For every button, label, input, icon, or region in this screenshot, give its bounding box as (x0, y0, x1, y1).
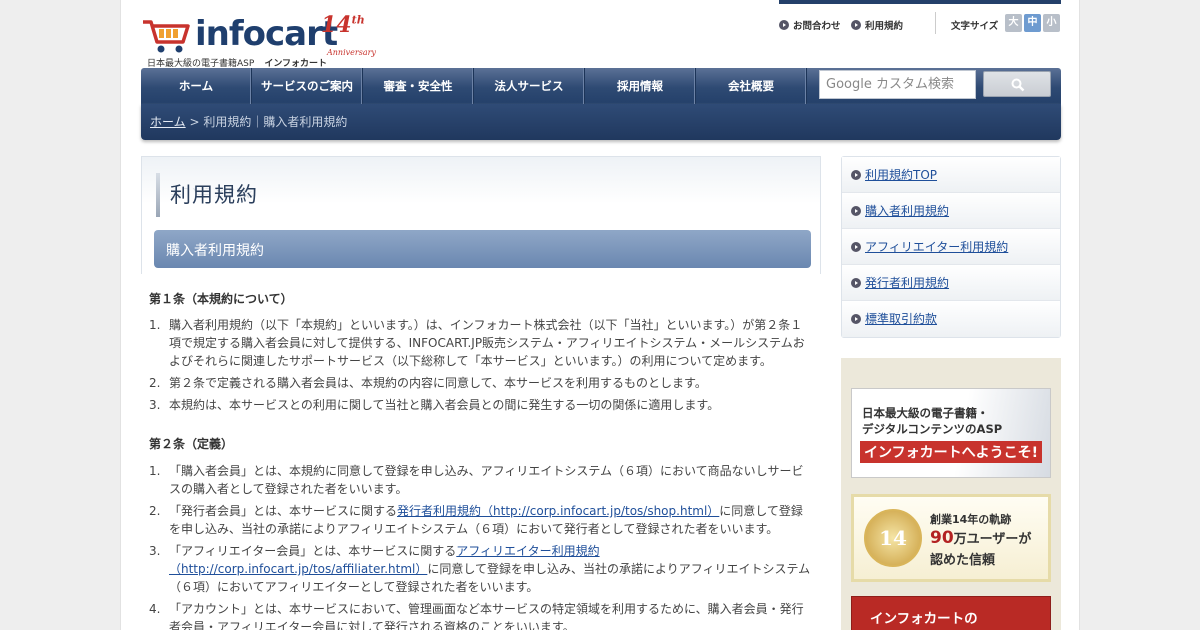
item-number: 2. (149, 504, 161, 518)
arrow-right-icon (851, 278, 861, 288)
nav-home[interactable]: ホーム (141, 68, 252, 104)
history-trust: 認めた信頼 (930, 553, 996, 568)
main-content: 利用規約 利用規約 購入者利用規約 第１条（本規約について） 1. 購入者利用規約… (141, 156, 821, 630)
breadcrumb: ホーム > 利用規約｜購入者利用規約 (141, 104, 1061, 140)
terms-link[interactable]: 利用規約 (851, 18, 903, 32)
item-text: 購入者利用規約（以下「本規約」といいます。）は、インフォカート株式会社（以下「当… (169, 318, 805, 368)
anniversary-text: Anniversary (327, 48, 376, 57)
font-size-label: 文字サイズ (951, 21, 999, 32)
nav-recruit[interactable]: 採用情報 (585, 68, 696, 104)
article-1-list: 1. 購入者利用規約（以下「本規約」といいます。）は、インフォカート株式会社（以下… (149, 316, 814, 418)
nav-safety[interactable]: 審査・安全性 (363, 68, 474, 104)
sidebar-item-affiliater-terms[interactable]: アフィリエイター利用規約 (842, 229, 1060, 265)
item-text-pre: 「発行者会員」とは、本サービスに関する (169, 504, 398, 518)
global-nav: ホーム サービスのご案内 審査・安全性 法人サービス 採用情報 会社概要 Goo… (141, 68, 1061, 104)
item-number: 3. (149, 398, 161, 412)
item-text: 本規約は、本サービスとの利用に関して当社と購入者会員との間に発生する一切の関係に… (169, 398, 720, 412)
logo-wordmark: infocart (195, 14, 338, 54)
contact-link[interactable]: お問合わせ (779, 18, 841, 32)
contact-label: お問合わせ (793, 21, 841, 32)
welcome-banner[interactable]: 日本最大級の電子書籍・ デジタルコンテンツのASP インフォカートへようこそ! (851, 388, 1051, 478)
article-2-list: 1. 「購入者会員」とは、本規約に同意して登録を申し込み、アフィリエイトシステム（… (149, 462, 814, 630)
sidebar-menu: 利用規約TOP 購入者利用規約 アフィリエイター利用規約 発行者利用規約 標準取… (841, 156, 1061, 338)
font-size-small-button[interactable]: 小 (1043, 14, 1060, 32)
title-accent-bar (156, 173, 160, 217)
item-text: 「アカウント」とは、本サービスにおいて、管理画面など本サービスの特定領域を利用す… (169, 602, 804, 630)
header-utility: お問合わせ 利用規約 文字サイズ 大 中 小 (779, 12, 1061, 34)
history-banner[interactable]: 14 創業14年の軌跡 90万ユーザーが 認めた信頼 (851, 494, 1051, 582)
history-users: 90万ユーザーが (930, 528, 1031, 548)
arrow-right-icon (851, 206, 861, 216)
sidebar-link[interactable]: 標準取引約款 (865, 312, 937, 326)
list-item: 1. 「購入者会員」とは、本規約に同意して登録を申し込み、アフィリエイトシステム（… (149, 462, 814, 498)
cart-icon (143, 20, 190, 53)
search-button[interactable] (983, 71, 1051, 97)
red-banner[interactable]: インフォカートの (851, 596, 1051, 630)
sidebar: 利用規約TOP 購入者利用規約 アフィリエイター利用規約 発行者利用規約 標準取… (841, 156, 1061, 630)
site-logo[interactable]: infocart 14th Anniversary 日本最大級の電子書籍ASP イ… (141, 12, 381, 69)
list-item: 3. 「アフィリエイター会員」とは、本サービスに関するアフィリエイター利用規約（h… (149, 542, 814, 596)
list-item: 3. 本規約は、本サービスとの利用に関して当社と購入者会員との間に発生する一切の関… (149, 396, 814, 414)
arrow-right-icon (851, 20, 861, 30)
anniversary-num-text: 14 (321, 12, 352, 38)
sidebar-item-terms-top[interactable]: 利用規約TOP (842, 157, 1060, 193)
list-item: 2. 第２条で定義される購入者会員は、本規約の内容に同意して、本サービスを利用する… (149, 374, 814, 392)
title-box: 利用規約 利用規約 購入者利用規約 (141, 156, 821, 274)
welcome-line-1: 日本最大級の電子書籍・ (862, 406, 989, 420)
item-number: 1. (149, 464, 161, 478)
anniversary-suffix: th (351, 13, 365, 27)
divider (935, 12, 936, 34)
list-item: 4. 「アカウント」とは、本サービスにおいて、管理画面など本サービスの特定領域を利… (149, 600, 814, 630)
sidebar-item-publisher-terms[interactable]: 発行者利用規約 (842, 265, 1060, 301)
item-number: 1. (149, 318, 161, 332)
search-input[interactable]: Google カスタム検索 (819, 70, 976, 99)
history-number: 90 (930, 528, 954, 548)
sidebar-link[interactable]: 利用規約TOP (865, 168, 937, 182)
anniversary-medal-icon: 14 (864, 509, 922, 567)
font-size-medium-button[interactable]: 中 (1024, 14, 1041, 32)
sidebar-item-standard-terms[interactable]: 標準取引約款 (842, 301, 1060, 337)
history-title: 創業14年の軌跡 (930, 513, 1012, 526)
list-item: 2. 「発行者会員」とは、本サービスに関する発行者利用規約（http://corp… (149, 502, 814, 538)
arrow-right-icon (851, 242, 861, 252)
arrow-right-icon (851, 170, 861, 180)
top-accent-bar (779, 0, 1061, 4)
sidebar-link[interactable]: 購入者利用規約 (865, 204, 949, 218)
item-number: 3. (149, 544, 161, 558)
item-text-pre: 「アフィリエイター会員」とは、本サービスに関する (169, 544, 457, 558)
breadcrumb-home-link[interactable]: ホーム (150, 115, 186, 129)
breadcrumb-current: > 利用規約｜購入者利用規約 (189, 115, 348, 129)
search-icon (1011, 78, 1025, 92)
history-users-text: 万ユーザーが (953, 532, 1032, 547)
anniversary-number: 14th (321, 12, 365, 38)
sidebar-link[interactable]: アフィリエイター利用規約 (865, 240, 1008, 254)
article-1-heading: 第１条（本規約について） (149, 292, 293, 306)
sidebar-item-buyer-terms[interactable]: 購入者利用規約 (842, 193, 1060, 229)
item-text: 「購入者会員」とは、本規約に同意して登録を申し込み、アフィリエイトシステム（６項… (169, 464, 804, 496)
welcome-line-3: インフォカートへようこそ! (860, 441, 1042, 463)
arrow-right-icon (779, 20, 789, 30)
arrow-right-icon (851, 314, 861, 324)
item-text: 第２条で定義される購入者会員は、本規約の内容に同意して、本サービスを利用するもの… (169, 376, 707, 390)
page: infocart 14th Anniversary 日本最大級の電子書籍ASP イ… (120, 0, 1080, 630)
welcome-line-2: デジタルコンテンツのASP (862, 422, 1003, 436)
nav-services[interactable]: サービスのご案内 (252, 68, 363, 104)
banner-area: 日本最大級の電子書籍・ デジタルコンテンツのASP インフォカートへようこそ! … (841, 358, 1061, 630)
terms-label: 利用規約 (865, 21, 904, 32)
nav-corporate[interactable]: 法人サービス (474, 68, 585, 104)
nav-company[interactable]: 会社概要 (696, 68, 807, 104)
font-size-large-button[interactable]: 大 (1005, 14, 1022, 32)
section-heading: 購入者利用規約 (154, 230, 811, 268)
article-2-heading: 第２条（定義） (149, 437, 234, 451)
page-title-reflection: 利用規約 (170, 187, 258, 199)
item-number: 2. (149, 376, 161, 390)
item-number: 4. (149, 602, 161, 616)
publisher-terms-link[interactable]: 発行者利用規約（http://corp.infocart.jp/tos/shop… (397, 504, 719, 518)
sidebar-link[interactable]: 発行者利用規約 (865, 276, 949, 290)
list-item: 1. 購入者利用規約（以下「本規約」といいます。）は、インフォカート株式会社（以下… (149, 316, 814, 370)
